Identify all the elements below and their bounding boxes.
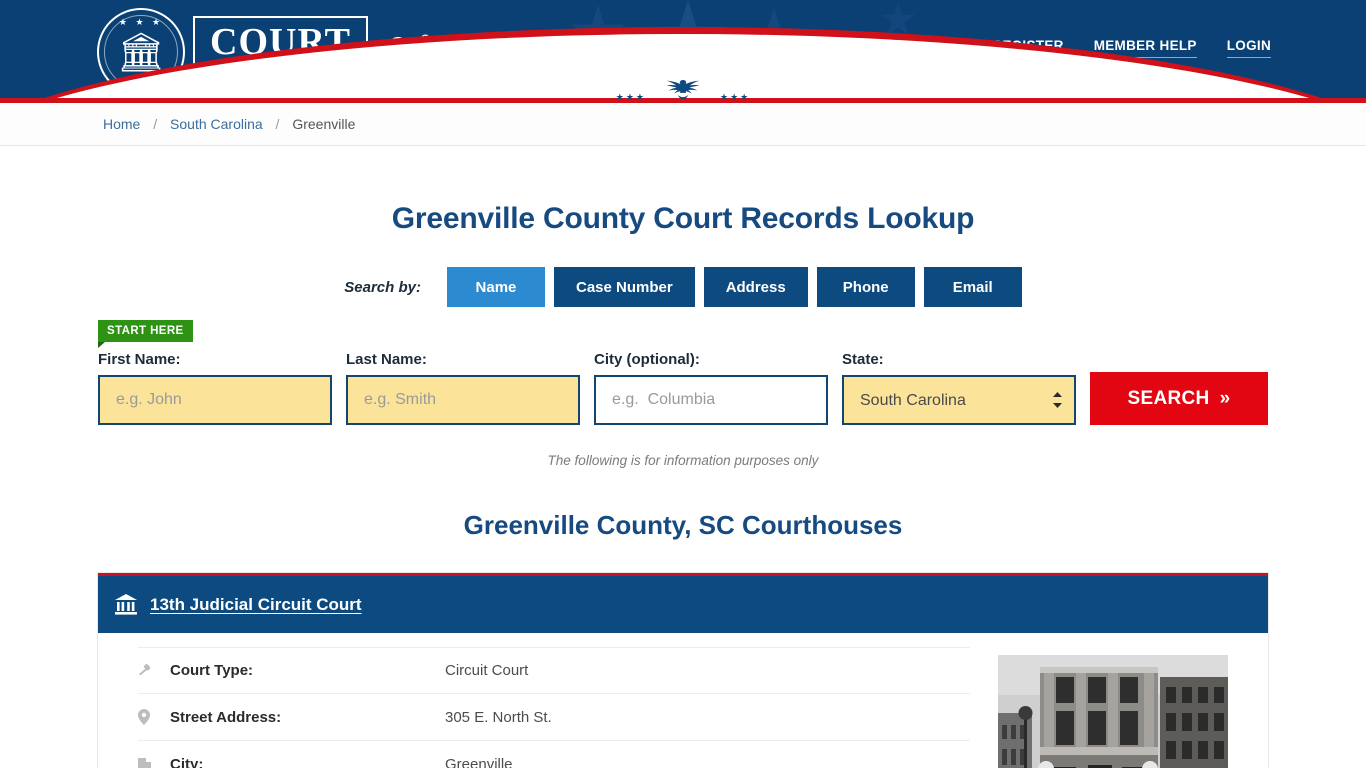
eagle-emblem: ★★★ ★★★ bbox=[583, 73, 783, 103]
court-card-title-link[interactable]: 13th Judicial Circuit Court bbox=[150, 595, 362, 615]
breadcrumb-bar: Home / South Carolina / Greenville bbox=[0, 103, 1366, 146]
search-button-label: SEARCH bbox=[1127, 387, 1210, 409]
table-row: Street Address: 305 E. North St. bbox=[138, 694, 970, 741]
first-name-label: First Name: bbox=[98, 351, 181, 368]
table-row: City: Greenville bbox=[138, 741, 970, 768]
tab-name[interactable]: Name bbox=[446, 267, 545, 307]
breadcrumb-item-greenville: Greenville bbox=[292, 116, 356, 132]
table-row: Court Type: Circuit Court bbox=[138, 647, 970, 694]
building-icon bbox=[138, 757, 170, 768]
court-details-table: Court Type: Circuit Court Street Address… bbox=[138, 647, 970, 768]
court-card: 13th Judicial Circuit Court Court Type: … bbox=[98, 573, 1268, 768]
breadcrumb-item-south-carolina[interactable]: South Carolina bbox=[170, 116, 263, 132]
search-button[interactable]: SEARCH » bbox=[1090, 372, 1268, 425]
court-type-label: Court Type: bbox=[170, 662, 254, 679]
city-value: Greenville bbox=[445, 755, 513, 768]
breadcrumb-item-home[interactable]: Home bbox=[103, 116, 140, 132]
courthouse-photo bbox=[998, 655, 1228, 768]
tab-phone[interactable]: Phone bbox=[816, 267, 915, 307]
section-title: Greenville County, SC Courthouses bbox=[463, 510, 903, 540]
breadcrumb: Home / South Carolina / Greenville bbox=[103, 116, 355, 132]
search-by-label: Search by: bbox=[344, 278, 421, 296]
last-name-label: Last Name: bbox=[346, 351, 427, 368]
street-address-label: Street Address: bbox=[170, 708, 282, 726]
map-pin-icon bbox=[138, 709, 170, 725]
site-header: ★ ★ ★ 🏛 COURT CASE FINDER Customer Servi… bbox=[0, 0, 1366, 103]
court-card-header: 13th Judicial Circuit Court bbox=[98, 576, 1268, 633]
search-by-tabs: Search by: Name Case Number Address Phon… bbox=[0, 267, 1366, 307]
tab-address[interactable]: Address bbox=[703, 267, 808, 307]
main-content: Greenville County Court Records Lookup S… bbox=[0, 146, 1366, 768]
breadcrumb-separator: / bbox=[153, 116, 158, 132]
last-name-field-group: Last Name: bbox=[346, 351, 580, 425]
tab-case-number[interactable]: Case Number bbox=[553, 267, 695, 307]
last-name-input[interactable] bbox=[346, 375, 580, 425]
breadcrumb-separator: / bbox=[275, 116, 280, 132]
city-label: City (optional): bbox=[594, 351, 700, 368]
state-label: State: bbox=[842, 351, 884, 368]
first-name-field-group: First Name: bbox=[98, 351, 332, 425]
court-type-value: Circuit Court bbox=[445, 662, 529, 679]
eagle-icon bbox=[666, 80, 700, 99]
nav-item-login[interactable]: LOGIN bbox=[1226, 38, 1271, 58]
street-address-value: 305 E. North St. bbox=[445, 708, 552, 726]
city-field-group: City (optional): bbox=[594, 351, 828, 425]
state-field-group: State: South Carolina bbox=[842, 351, 1076, 425]
city-label-row: City: bbox=[170, 755, 204, 768]
city-input[interactable] bbox=[594, 375, 828, 425]
state-select[interactable]: South Carolina bbox=[842, 375, 1076, 425]
tab-email[interactable]: Email bbox=[923, 267, 1022, 307]
search-form: START HERE First Name: Last Name: City (… bbox=[98, 307, 1268, 425]
page-title: Greenville County Court Records Lookup bbox=[391, 202, 975, 235]
first-name-input[interactable] bbox=[98, 375, 332, 425]
start-here-badge: START HERE bbox=[98, 320, 193, 348]
bank-courthouse-icon bbox=[114, 593, 138, 616]
double-chevron-right-icon: » bbox=[1219, 387, 1231, 409]
disclaimer-text: The following is for information purpose… bbox=[547, 453, 819, 468]
court-card-body: Court Type: Circuit Court Street Address… bbox=[98, 633, 1268, 768]
gavel-icon bbox=[138, 663, 170, 679]
